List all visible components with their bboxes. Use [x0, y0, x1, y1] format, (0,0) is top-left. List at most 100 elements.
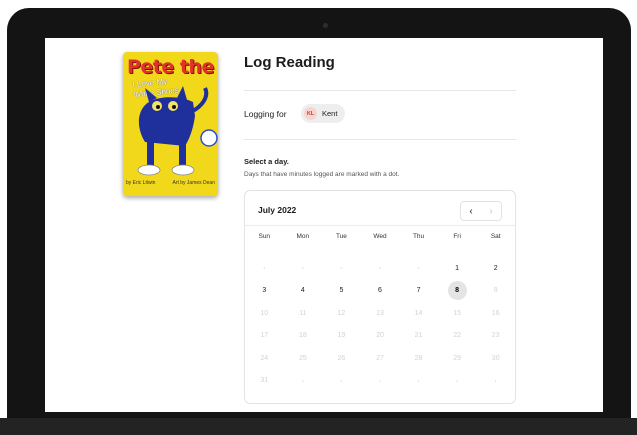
book-title: Pete the Cat — [127, 56, 218, 78]
calendar-day: 29 — [438, 347, 477, 370]
calendar-day-grid: ● ● ● ● ● 1 2 3 4 5 6 7 8 9 10 11 12 13 14 15 16 17 18 19 20 21 22… — [245, 257, 515, 392]
weekday-label: Sat — [490, 233, 501, 240]
calendar-day-number: ● — [417, 266, 420, 271]
calendar-day[interactable]: 4 — [284, 280, 323, 303]
weekday-label: Thu — [412, 233, 425, 240]
calendar-day-number: ● — [263, 266, 266, 271]
calendar-day: 31 — [245, 370, 284, 393]
calendar-month-label: July 2022 — [258, 205, 297, 215]
calendar-day-number: ● — [379, 378, 381, 383]
calendar-day-number: 7 — [416, 287, 421, 295]
calendar-day: ● — [361, 370, 400, 393]
webcam-icon — [323, 23, 328, 28]
calendar-day: 13 — [361, 302, 400, 325]
calendar-day: 26 — [322, 347, 361, 370]
calendar-day-number: 20 — [376, 332, 384, 340]
calendar-day-number: 18 — [298, 332, 307, 340]
calendar-day: 27 — [361, 347, 400, 370]
calendar-day-number: ● — [301, 378, 304, 383]
child-selector-chip[interactable]: KL Kent — [301, 104, 346, 123]
child-avatar: KL — [304, 107, 317, 120]
calendar-day-number: 14 — [414, 309, 423, 317]
calendar-day-number: ● — [301, 266, 304, 271]
calendar-day: 30 — [476, 347, 515, 370]
calendar-day[interactable]: 1 — [438, 257, 477, 280]
calendar-day: ● — [245, 257, 284, 280]
calendar-day: ● — [284, 370, 323, 393]
calendar-divider — [245, 225, 515, 226]
calendar-day-number: 15 — [453, 309, 462, 317]
calendar-day-number: 2 — [493, 264, 498, 272]
calendar-day-number: ● — [456, 378, 459, 383]
calendar-day-number: 21 — [414, 332, 423, 340]
calendar-day[interactable]: 3 — [245, 280, 284, 303]
calendar-day[interactable]: 7 — [399, 280, 438, 303]
calendar-day-number: ● — [379, 266, 381, 271]
calendar-day-number: 6 — [378, 287, 382, 295]
calendar-day-number: ● — [340, 266, 343, 271]
calendar-day-number: 29 — [453, 354, 462, 362]
calendar-day: ● — [322, 370, 361, 393]
calendar-day-number: 17 — [260, 332, 269, 340]
calendar-day-number: 28 — [414, 354, 423, 362]
calendar-nav: ‹ › — [460, 201, 502, 221]
weekday-header-row: Sun Mon Tue Wed Thu Fri Sat — [245, 233, 515, 240]
calendar-day: 28 — [399, 347, 438, 370]
calendar-day-number: 24 — [260, 354, 269, 362]
calendar-day-number: 31 — [260, 377, 269, 385]
calendar-day: ● — [322, 257, 361, 280]
child-name: Kent — [322, 109, 338, 118]
weekday-label: Mon — [296, 233, 310, 240]
select-day-label: Select a day. — [244, 157, 289, 166]
calendar-day-number: 30 — [491, 354, 500, 362]
calendar-day-number: 12 — [337, 309, 346, 317]
weekday-label: Tue — [335, 233, 347, 240]
weekday-label: Wed — [373, 233, 387, 240]
calendar-day: 10 — [245, 302, 284, 325]
book-authors: by Eric Litwin Art by James Dean — [126, 180, 215, 186]
calendar-day: 19 — [322, 325, 361, 348]
book-cover: Pete the Cat I Love My White Shoes by Er… — [123, 52, 218, 196]
calendar-day-number: 10 — [260, 309, 269, 317]
calendar-day: 16 — [476, 302, 515, 325]
calendar-day-number: 5 — [339, 287, 344, 295]
calendar-day-number: 26 — [337, 354, 346, 362]
calendar-day-number: 8 — [447, 281, 467, 301]
calendar-day: ● — [284, 257, 323, 280]
chevron-left-icon[interactable]: ‹ — [461, 202, 481, 220]
calendar-day[interactable]: 5 — [322, 280, 361, 303]
calendar-day: 24 — [245, 347, 284, 370]
calendar-day[interactable]: 2 — [476, 257, 515, 280]
logging-for-label: Logging for — [244, 109, 287, 119]
calendar-day: ● — [476, 370, 515, 393]
weekday-label: Fri — [453, 233, 461, 240]
calendar-day: 21 — [399, 325, 438, 348]
weekday-label: Sun — [258, 233, 271, 240]
calendar-day-number: 23 — [491, 332, 500, 340]
calendar-day: 12 — [322, 302, 361, 325]
calendar-day: 15 — [438, 302, 477, 325]
calendar-day-number: 16 — [491, 309, 500, 317]
calendar-day[interactable]: 6 — [361, 280, 400, 303]
calendar-day-number: ● — [340, 378, 343, 383]
calendar-day: ● — [399, 257, 438, 280]
calendar-day: 18 — [284, 325, 323, 348]
calendar-day: 25 — [284, 347, 323, 370]
calendar-day-logged[interactable]: 8 — [438, 280, 477, 303]
cat-illustration — [137, 86, 218, 176]
select-day-help: Days that have minutes logged are marked… — [244, 171, 400, 178]
calendar-day-number: 25 — [298, 354, 307, 362]
calendar-day-number: 11 — [299, 309, 307, 317]
date-picker-calendar: July 2022 ‹ › Sun Mon Tue Wed Thu Fri Sat ● ● ● ●… — [244, 190, 516, 404]
chevron-right-icon[interactable]: › — [481, 202, 501, 220]
calendar-day-number: ● — [417, 378, 420, 383]
calendar-day: ● — [399, 370, 438, 393]
calendar-day-number: 3 — [262, 287, 267, 295]
calendar-day: 22 — [438, 325, 477, 348]
app-screen: Pete the Cat I Love My White Shoes by Er… — [45, 38, 603, 412]
laptop-base — [0, 418, 637, 435]
calendar-day: ● — [438, 370, 477, 393]
calendar-day: 14 — [399, 302, 438, 325]
calendar-day-number: 13 — [376, 309, 384, 317]
calendar-day: 20 — [361, 325, 400, 348]
